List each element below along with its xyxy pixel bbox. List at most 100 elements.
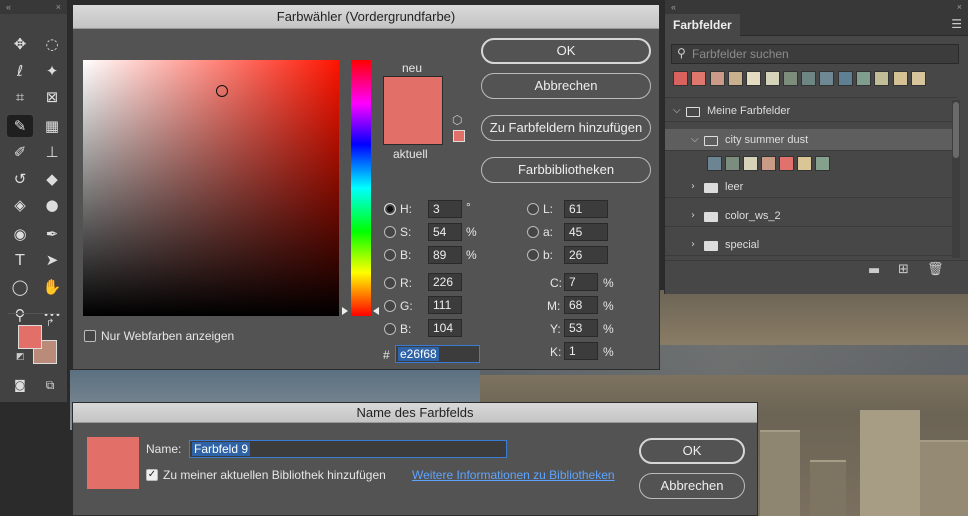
chevron-right-icon[interactable]: › — [691, 205, 695, 227]
cancel-button[interactable]: Abbrechen — [481, 73, 651, 99]
path-select-tool-icon[interactable]: ➤ — [39, 249, 65, 271]
chevron-down-icon[interactable]: ⌵ — [673, 100, 681, 122]
web-colors-checkbox[interactable] — [84, 330, 96, 342]
yellow-input[interactable]: 53 — [564, 319, 598, 337]
hue-slider[interactable] — [351, 60, 371, 316]
saturation-input[interactable]: 54 — [428, 223, 462, 241]
gamut-correction-swatch[interactable] — [453, 130, 465, 142]
new-group-folder-icon[interactable]: ▬ — [868, 263, 880, 278]
lab-a-input[interactable]: 45 — [564, 223, 608, 241]
scrollbar[interactable] — [952, 100, 960, 258]
hue-input[interactable]: 3 — [428, 200, 462, 218]
recent-swatch[interactable] — [856, 71, 871, 86]
ellipse-tool-icon[interactable]: ◯ — [7, 276, 33, 298]
hand-tool-icon[interactable]: ✋ — [39, 276, 65, 298]
magic-wand-tool-icon[interactable]: ✦ — [39, 60, 65, 82]
cancel-button[interactable]: Abbrechen — [639, 473, 745, 499]
panel-menu-icon[interactable]: ☰ — [951, 17, 962, 31]
ok-button[interactable]: OK — [481, 38, 651, 64]
green-input[interactable]: 111 — [428, 296, 462, 314]
blur-tool-icon[interactable]: ● — [39, 194, 65, 216]
tab-swatches[interactable]: Farbfelder — [665, 14, 740, 36]
type-tool-icon[interactable]: T — [7, 249, 33, 271]
black-input[interactable]: 1 — [564, 342, 598, 360]
swatch-group-row[interactable]: › leer — [665, 176, 955, 198]
cyan-input[interactable]: 7 — [564, 273, 598, 291]
quick-mask-icon[interactable]: ◙ — [7, 374, 33, 396]
radio-saturation[interactable] — [384, 226, 396, 238]
radio-blue[interactable] — [384, 323, 396, 335]
blue-input[interactable]: 104 — [428, 319, 462, 337]
collapse-icon[interactable]: « — [6, 2, 11, 12]
move-tool-icon[interactable]: ✥ — [7, 33, 33, 55]
radio-lab-b[interactable] — [527, 249, 539, 261]
group-swatch[interactable] — [743, 156, 758, 171]
radio-hue[interactable] — [384, 203, 396, 215]
recent-swatch[interactable] — [691, 71, 707, 86]
swatch-group-row[interactable]: ⌵ city summer dust — [665, 129, 955, 151]
more-info-link[interactable]: Weitere Informationen zu Bibliotheken — [412, 468, 615, 482]
frame-tool-icon[interactable]: ⊠ — [39, 86, 65, 108]
recent-swatch[interactable] — [801, 71, 817, 86]
group-swatch[interactable] — [725, 156, 740, 171]
recent-swatch[interactable] — [892, 71, 908, 86]
red-input[interactable]: 226 — [428, 273, 462, 291]
group-swatch[interactable] — [797, 156, 812, 171]
radio-red[interactable] — [384, 277, 396, 289]
ok-button[interactable]: OK — [639, 438, 745, 464]
eraser-tool-icon[interactable]: ◆ — [39, 168, 65, 190]
recent-swatch[interactable] — [673, 71, 688, 86]
recent-swatch[interactable] — [727, 71, 743, 86]
recent-swatch[interactable] — [819, 71, 835, 86]
default-colors-icon[interactable]: ◩ — [16, 352, 25, 362]
saturation-brightness-field[interactable] — [83, 60, 339, 316]
recent-swatch[interactable] — [910, 71, 926, 86]
recent-swatch[interactable] — [874, 71, 890, 86]
recent-swatch[interactable] — [837, 71, 853, 86]
brightness-input[interactable]: 89 — [428, 246, 462, 264]
radio-lab-l[interactable] — [527, 203, 539, 215]
trash-icon[interactable]: 🗑 — [927, 262, 944, 277]
color-selector-ring[interactable] — [216, 85, 228, 97]
magenta-input[interactable]: 68 — [564, 296, 598, 314]
group-swatch[interactable] — [779, 156, 794, 171]
recent-swatch[interactable] — [782, 71, 798, 86]
radio-lab-a[interactable] — [527, 226, 539, 238]
recent-swatch[interactable] — [764, 71, 780, 86]
name-input[interactable]: Farbfeld 9 — [189, 440, 507, 458]
collapse-icon[interactable]: « — [671, 2, 676, 12]
out-of-gamut-cube-icon[interactable]: ⬡ — [452, 113, 462, 127]
spot-healing-tool-icon[interactable]: ▦ — [39, 115, 65, 137]
foreground-color-swatch[interactable] — [18, 325, 42, 349]
pen-tool-icon[interactable]: ✒ — [39, 223, 65, 245]
new-swatch-icon[interactable]: ⊞ — [898, 262, 909, 277]
add-to-library-checkbox[interactable]: ✓ — [146, 469, 158, 481]
close-icon[interactable]: × — [56, 2, 61, 12]
group-swatch[interactable] — [815, 156, 830, 171]
history-brush-tool-icon[interactable]: ↺ — [7, 168, 33, 190]
recent-swatch[interactable] — [746, 71, 762, 86]
swatch-search-input[interactable]: ⚲ Farbfelder suchen — [671, 44, 959, 64]
screen-mode-icon[interactable]: ⧉ — [37, 374, 63, 396]
color-libraries-button[interactable]: Farbbibliotheken — [481, 157, 651, 183]
swatch-group-row[interactable]: ⌵ Meine Farbfelder — [665, 100, 955, 122]
swatch-group-row[interactable]: › special — [665, 234, 955, 256]
group-swatch[interactable] — [761, 156, 776, 171]
paint-bucket-tool-icon[interactable]: ◈ — [7, 194, 33, 216]
swatch-group-row[interactable]: › color_ws_2 — [665, 205, 955, 227]
close-icon[interactable]: × — [957, 2, 962, 12]
lab-b-input[interactable]: 26 — [564, 246, 608, 264]
recent-swatch[interactable] — [709, 71, 725, 86]
hue-slider-right-arrow[interactable] — [373, 307, 379, 315]
hex-input[interactable]: e26f68 — [395, 345, 480, 363]
dodge-tool-icon[interactable]: ◉ — [7, 223, 33, 245]
lasso-tool-icon[interactable]: ℓ — [7, 60, 33, 82]
chevron-right-icon[interactable]: › — [691, 176, 695, 198]
eyedropper-tool-icon[interactable]: ✎ — [7, 114, 33, 137]
brush-tool-icon[interactable]: ✐ — [7, 141, 33, 163]
hue-slider-left-arrow[interactable] — [342, 307, 348, 315]
chevron-right-icon[interactable]: › — [691, 234, 695, 256]
lab-l-input[interactable]: 61 — [564, 200, 608, 218]
chevron-down-icon[interactable]: ⌵ — [691, 129, 699, 151]
radio-brightness[interactable] — [384, 249, 396, 261]
